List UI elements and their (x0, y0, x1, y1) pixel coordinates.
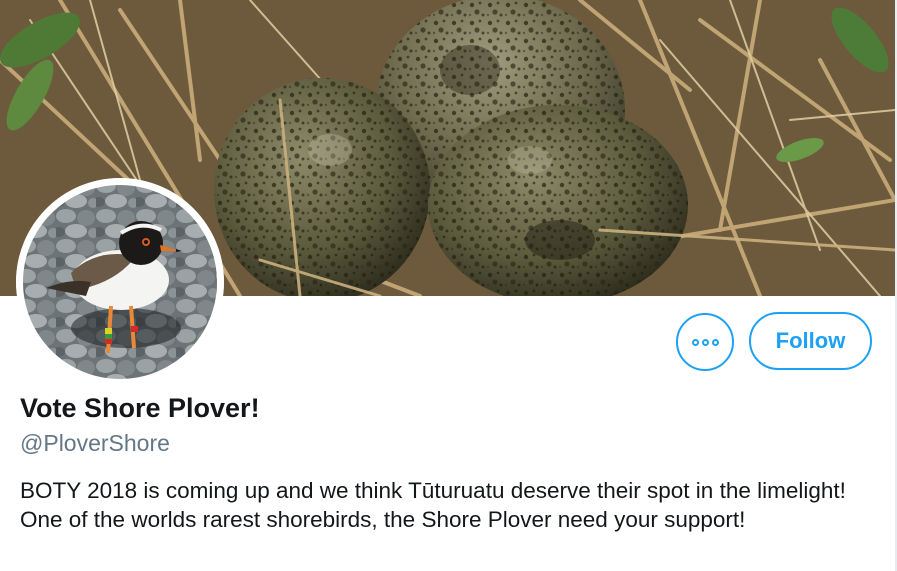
more-options-icon-dot (701, 338, 709, 346)
profile-bio: BOTY 2018 is coming up and we think Tūtu… (20, 478, 846, 532)
more-options-button[interactable] (676, 313, 734, 371)
avatar[interactable] (16, 178, 224, 386)
more-options-icon (691, 338, 699, 346)
profile-header: Follow Vote Shore Plover! @PloverShore B… (0, 0, 897, 571)
more-options-icon-dot (711, 338, 719, 346)
user-handle[interactable]: @PloverShore (20, 430, 170, 457)
follow-button[interactable]: Follow (749, 312, 872, 370)
display-name: Vote Shore Plover! (20, 393, 260, 423)
